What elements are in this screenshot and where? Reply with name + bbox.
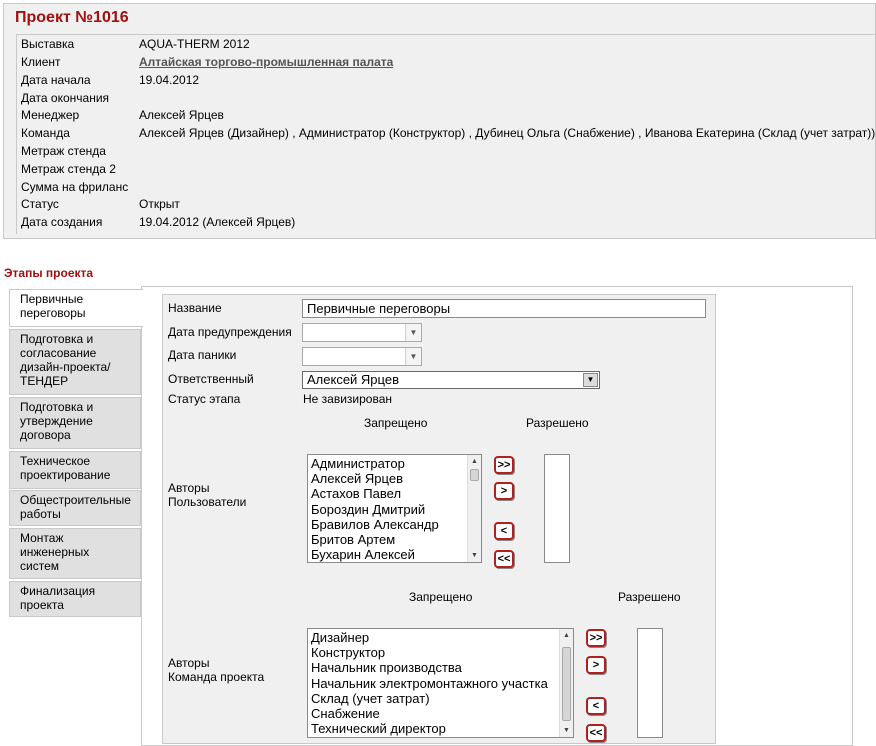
- stage-name-input[interactable]: Первичные переговоры: [302, 299, 706, 318]
- tab-technical-design[interactable]: Техническое проектирование: [9, 451, 141, 489]
- team-label-line2: Команда проекта: [168, 670, 265, 684]
- field-label-exhibition: Выставка: [21, 37, 75, 51]
- tab-contract-approval[interactable]: Подготовка и утверждение договора: [9, 397, 141, 449]
- list-item[interactable]: Администратор: [308, 456, 481, 471]
- users-add-button[interactable]: >: [494, 482, 514, 500]
- users-denied-list[interactable]: Администратор Алексей Ярцев Астахов Паве…: [307, 454, 482, 563]
- scroll-down-icon[interactable]: ▼: [468, 549, 481, 562]
- list-item[interactable]: Бритов Артем: [308, 532, 481, 547]
- users-list-scrollbar[interactable]: ▲ ▼: [467, 455, 481, 562]
- info-divider-vertical: [16, 34, 17, 234]
- list-item[interactable]: Начальник производства: [308, 660, 573, 675]
- list-item[interactable]: Бухарин Алексей: [308, 547, 481, 562]
- field-value-team: Алексей Ярцев (Дизайнер) , Администратор…: [139, 126, 876, 140]
- responsible-select[interactable]: Алексей Ярцев ▼: [302, 371, 600, 389]
- users-label-line1: Авторы: [168, 481, 210, 495]
- list-item[interactable]: Снабжение: [308, 706, 573, 721]
- stages-heading: Этапы проекта: [4, 266, 94, 280]
- field-label-end-date: Дата окончания: [21, 91, 110, 105]
- field-value-created: 19.04.2012 (Алексей Ярцев): [139, 215, 296, 229]
- team-remove-button[interactable]: <: [586, 697, 606, 715]
- field-value-client: Алтайская торгово-промышленная палата: [139, 53, 393, 71]
- page-title: Проект №1016: [15, 9, 129, 26]
- chevron-down-icon: ▼: [405, 324, 421, 341]
- field-label-created: Дата создания: [21, 215, 103, 229]
- chevron-down-icon: ▼: [583, 373, 598, 387]
- warn-date-select[interactable]: ▼: [302, 323, 422, 342]
- name-label: Название: [168, 301, 222, 315]
- field-label-manager: Менеджер: [21, 108, 80, 122]
- list-item[interactable]: Начальник электромонтажного участка: [308, 676, 573, 691]
- field-value-status: Открыт: [139, 197, 180, 211]
- scrollbar-thumb[interactable]: [562, 647, 571, 721]
- team-add-button[interactable]: >: [586, 656, 606, 674]
- stage-status-value: Не завизирован: [303, 392, 393, 406]
- list-item[interactable]: Технический директор: [308, 721, 573, 736]
- scroll-down-icon[interactable]: ▼: [560, 724, 573, 737]
- scrollbar-thumb[interactable]: [470, 469, 479, 481]
- field-label-team: Команда: [21, 126, 70, 140]
- list-item[interactable]: Бороздин Дмитрий: [308, 502, 481, 517]
- field-label-client: Клиент: [21, 55, 61, 69]
- team-remove-all-button[interactable]: <<: [586, 724, 606, 742]
- list-item[interactable]: Конструктор: [308, 645, 573, 660]
- team-list-scrollbar[interactable]: ▲ ▼: [559, 629, 573, 737]
- field-label-stand-area-2: Метраж стенда 2: [21, 162, 116, 176]
- team-label-line1: Авторы: [168, 656, 210, 670]
- tab-design-project-tender[interactable]: Подготовка и согласование дизайн-проекта…: [9, 329, 141, 395]
- list-item[interactable]: Астахов Павел: [308, 486, 481, 501]
- field-label-stand-area: Метраж стенда: [21, 144, 106, 158]
- panic-date-select[interactable]: ▼: [302, 347, 422, 366]
- team-add-all-button[interactable]: >>: [586, 629, 606, 647]
- list-item[interactable]: Дизайнер: [308, 630, 573, 645]
- users-label-line2: Пользователи: [168, 495, 247, 509]
- users-add-all-button[interactable]: >>: [494, 456, 514, 474]
- responsible-label: Ответственный: [168, 372, 254, 386]
- scroll-up-icon[interactable]: ▲: [560, 629, 573, 642]
- users-allowed-list[interactable]: [544, 454, 570, 563]
- team-allowed-list[interactable]: [637, 628, 663, 738]
- users-remove-button[interactable]: <: [494, 522, 514, 540]
- client-link[interactable]: Алтайская торгово-промышленная палата: [139, 55, 393, 69]
- tab-initial-negotiations[interactable]: Первичные переговоры: [9, 289, 143, 327]
- users-denied-heading: Запрещено: [364, 416, 428, 430]
- field-value-start-date: 19.04.2012: [139, 73, 200, 87]
- list-item[interactable]: Алексей Ярцев: [308, 471, 481, 486]
- warn-date-label: Дата предупреждения: [168, 325, 292, 339]
- team-denied-heading: Запрещено: [409, 590, 473, 604]
- project-info-panel: Проект №1016 Выставка AQUA-THERM 2012 Кл…: [3, 3, 876, 239]
- field-label-status: Статус: [21, 197, 59, 211]
- stage-status-label: Статус этапа: [168, 392, 241, 406]
- field-label-freelance-sum: Сумма на фриланс: [21, 180, 129, 194]
- scroll-up-icon[interactable]: ▲: [468, 455, 481, 468]
- list-item[interactable]: Бравилов Александр: [308, 517, 481, 532]
- field-value-exhibition: AQUA-THERM 2012: [139, 37, 250, 51]
- panic-date-label: Дата паники: [168, 348, 237, 362]
- team-denied-list[interactable]: Дизайнер Конструктор Начальник производс…: [307, 628, 574, 738]
- chevron-down-icon: ▼: [405, 348, 421, 365]
- field-label-start-date: Дата начала: [21, 73, 91, 87]
- list-item[interactable]: Склад (учет затрат): [308, 691, 573, 706]
- users-allowed-heading: Разрешено: [526, 416, 589, 430]
- tab-project-finalization[interactable]: Финализация проекта: [9, 581, 141, 617]
- field-value-manager: Алексей Ярцев: [139, 108, 224, 122]
- responsible-value: Алексей Ярцев: [307, 372, 399, 387]
- tab-general-construction[interactable]: Общестроительные работы: [9, 490, 141, 526]
- tab-engineering-installation[interactable]: Монтаж инженерных систем: [9, 528, 141, 579]
- users-remove-all-button[interactable]: <<: [494, 550, 514, 568]
- team-allowed-heading: Разрешено: [618, 590, 681, 604]
